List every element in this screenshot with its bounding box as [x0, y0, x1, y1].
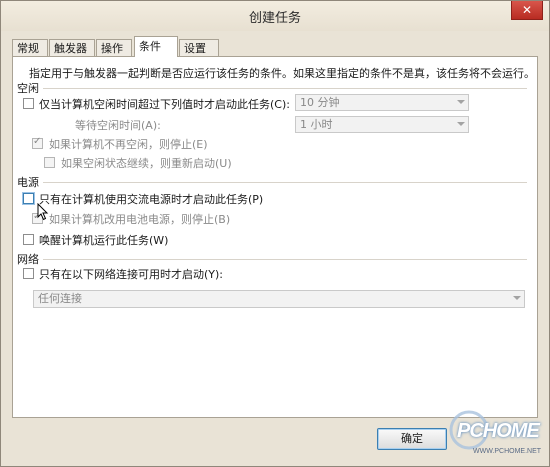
mouse-pointer-icon	[37, 203, 49, 221]
conditions-panel: 指定用于与触发器一起判断是否应运行该任务的条件。如果这里指定的条件不是真，该任务…	[12, 56, 538, 418]
power-divider	[43, 182, 527, 183]
idle-divider	[43, 88, 527, 89]
tab-general[interactable]: 常规	[12, 39, 48, 56]
idle-start-checkbox[interactable]	[23, 98, 34, 109]
ac-power-checkbox[interactable]	[23, 193, 34, 204]
watermark-brand: PCHOME	[457, 420, 540, 442]
restart-on-idle-checkbox[interactable]	[44, 157, 55, 168]
idle-start-label: 仅当计算机空闲时间超过下列值时才启动此任务(C):	[39, 98, 290, 111]
ac-power-label: 只有在计算机使用交流电源时才启动此任务(P)	[39, 193, 264, 206]
network-connection-value: 任何连接	[38, 292, 82, 305]
chevron-down-icon	[457, 122, 465, 126]
stop-if-not-idle-label: 如果计算机不再空闲，则停止(E)	[49, 138, 208, 151]
ok-button[interactable]: 确定	[377, 428, 447, 450]
network-divider	[43, 259, 527, 260]
create-task-dialog: 创建任务 ✕ 常规 触发器 操作 条件 设置 指定用于与触发器一起判断是否应运行…	[0, 0, 550, 467]
tab-settings[interactable]: 设置	[179, 39, 219, 56]
wait-idle-select[interactable]: 1 小时	[295, 116, 469, 133]
chevron-down-icon	[513, 296, 521, 300]
close-button[interactable]: ✕	[511, 1, 543, 20]
network-connection-select[interactable]: 任何连接	[33, 290, 525, 308]
stop-if-not-idle-checkbox[interactable]	[32, 136, 43, 149]
wait-idle-value: 1 小时	[300, 118, 333, 131]
idle-duration-value: 10 分钟	[300, 96, 340, 109]
idle-duration-select[interactable]: 10 分钟	[295, 94, 469, 111]
chevron-down-icon	[457, 100, 465, 104]
tab-conditions[interactable]: 条件	[134, 36, 178, 57]
wait-idle-label: 等待空闲时间(A):	[75, 119, 161, 132]
watermark-url: WWW.PCHOME.NET	[473, 448, 542, 455]
conditions-description: 指定用于与触发器一起判断是否应运行该任务的条件。如果这里指定的条件不是真，该任务…	[29, 67, 535, 80]
title-bar[interactable]: 创建任务 ✕	[1, 1, 549, 31]
wake-computer-label: 唤醒计算机运行此任务(W)	[39, 234, 169, 247]
network-checkbox[interactable]	[23, 268, 34, 279]
section-power: 电源	[17, 176, 39, 189]
tab-triggers[interactable]: 触发器	[49, 39, 95, 56]
tab-actions[interactable]: 操作	[96, 39, 132, 56]
network-label: 只有在以下网络连接可用时才启动(Y):	[39, 268, 224, 281]
section-network: 网络	[17, 253, 39, 266]
section-idle: 空闲	[17, 82, 39, 95]
restart-on-idle-label: 如果空闲状态继续，则重新启动(U)	[61, 157, 232, 170]
stop-on-battery-label: 如果计算机改用电池电源，则停止(B)	[49, 213, 231, 226]
wake-computer-checkbox[interactable]	[23, 234, 34, 245]
window-title: 创建任务	[248, 11, 301, 26]
pchome-watermark: PCHOME WWW.PCHOME.NET	[443, 408, 543, 462]
